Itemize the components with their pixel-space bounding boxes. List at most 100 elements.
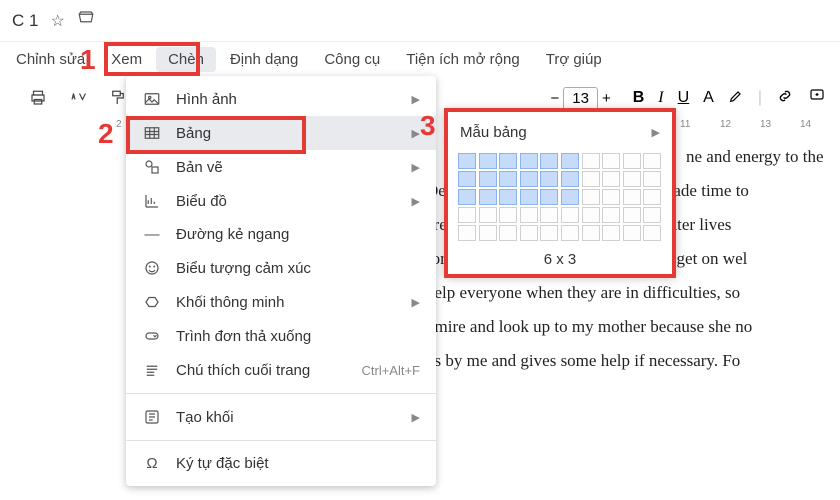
menu-item-dropdown[interactable]: Trình đơn thả xuống xyxy=(126,319,436,353)
grid-cell[interactable] xyxy=(623,207,641,223)
tab-bar: C 1 ☆ xyxy=(0,0,840,42)
document-line: help everyone when they are in difficult… xyxy=(426,276,840,310)
italic-button[interactable]: I xyxy=(658,89,663,107)
grid-cell[interactable] xyxy=(479,225,497,241)
grid-cell[interactable] xyxy=(520,225,538,241)
dropdown-icon xyxy=(142,327,162,345)
menu-item-emoji[interactable]: Biểu tượng cảm xúc xyxy=(126,251,436,285)
grid-cell[interactable] xyxy=(540,153,558,169)
drive-icon[interactable] xyxy=(77,9,95,32)
chevron-right-icon: ▶ xyxy=(412,411,420,424)
grid-cell[interactable] xyxy=(479,207,497,223)
grid-cell[interactable] xyxy=(520,171,538,187)
table-size-grid[interactable] xyxy=(458,153,662,241)
grid-cell[interactable] xyxy=(582,225,600,241)
grid-cell[interactable] xyxy=(602,171,620,187)
grid-cell[interactable] xyxy=(540,171,558,187)
grid-cell[interactable] xyxy=(623,225,641,241)
print-icon[interactable] xyxy=(24,84,52,112)
table-dimension-label: 6 x 3 xyxy=(458,251,662,268)
menu-tools[interactable]: Công cụ xyxy=(312,47,392,72)
grid-cell[interactable] xyxy=(499,189,517,205)
grid-cell[interactable] xyxy=(499,225,517,241)
menu-view[interactable]: Xem xyxy=(99,47,154,72)
text-color-button[interactable]: A xyxy=(703,89,714,107)
grid-cell[interactable] xyxy=(520,207,538,223)
grid-cell[interactable] xyxy=(602,153,620,169)
footnote-icon xyxy=(142,361,162,379)
menu-item-label: Khối thông minh xyxy=(176,294,284,311)
menu-insert[interactable]: Chèn xyxy=(156,47,216,72)
document-title[interactable]: C 1 xyxy=(12,11,38,31)
grid-cell[interactable] xyxy=(623,189,641,205)
grid-cell[interactable] xyxy=(458,171,476,187)
grid-cell[interactable] xyxy=(458,153,476,169)
grid-cell[interactable] xyxy=(479,171,497,187)
menu-bar: Chỉnh sửa Xem Chèn Định dạng Công cụ Tiệ… xyxy=(0,42,840,76)
menu-item-label: Biểu tượng cảm xúc xyxy=(176,260,311,277)
menu-item-footnote[interactable]: Chú thích cuối trang Ctrl+Alt+F xyxy=(126,353,436,387)
menu-help[interactable]: Trợ giúp xyxy=(534,47,614,72)
font-size-control: − 13 + xyxy=(551,87,611,110)
grid-cell[interactable] xyxy=(561,153,579,169)
spellcheck-icon[interactable] xyxy=(64,84,92,112)
menu-item-table[interactable]: Bảng ▶ xyxy=(126,116,436,150)
menu-item-smart-chips[interactable]: Khối thông minh ▶ xyxy=(126,285,436,319)
font-size-decrease[interactable]: − xyxy=(551,90,560,107)
grid-cell[interactable] xyxy=(643,189,661,205)
highlight-button[interactable] xyxy=(728,88,744,109)
grid-cell[interactable] xyxy=(458,189,476,205)
grid-cell[interactable] xyxy=(561,207,579,223)
menu-item-chart[interactable]: Biểu đồ ▶ xyxy=(126,184,436,218)
grid-cell[interactable] xyxy=(602,189,620,205)
document-line: dmire and look up to my mother because s… xyxy=(426,310,840,344)
grid-cell[interactable] xyxy=(582,171,600,187)
underline-button[interactable]: U xyxy=(678,89,690,107)
add-comment-button[interactable] xyxy=(808,87,826,110)
font-size-increase[interactable]: + xyxy=(602,90,611,107)
grid-cell[interactable] xyxy=(458,225,476,241)
menu-item-label: Chú thích cuối trang xyxy=(176,362,310,379)
grid-cell[interactable] xyxy=(623,153,641,169)
insert-link-button[interactable] xyxy=(776,87,794,110)
grid-cell[interactable] xyxy=(582,189,600,205)
grid-cell[interactable] xyxy=(643,207,661,223)
grid-cell[interactable] xyxy=(479,189,497,205)
grid-cell[interactable] xyxy=(499,153,517,169)
grid-cell[interactable] xyxy=(458,207,476,223)
grid-cell[interactable] xyxy=(540,225,558,241)
menu-item-building-blocks[interactable]: Tạo khối ▶ xyxy=(126,400,436,434)
separator xyxy=(126,393,436,394)
grid-cell[interactable] xyxy=(602,225,620,241)
menu-item-horizontal-rule[interactable]: — Đường kẻ ngang xyxy=(126,218,436,251)
grid-cell[interactable] xyxy=(479,153,497,169)
menu-item-drawing[interactable]: Bản vẽ ▶ xyxy=(126,150,436,184)
grid-cell[interactable] xyxy=(582,207,600,223)
grid-cell[interactable] xyxy=(643,225,661,241)
separator xyxy=(126,440,436,441)
table-templates-label[interactable]: Mẫu bảng xyxy=(460,124,527,141)
grid-cell[interactable] xyxy=(540,189,558,205)
grid-cell[interactable] xyxy=(643,171,661,187)
grid-cell[interactable] xyxy=(561,225,579,241)
menu-item-special-chars[interactable]: Ω Ký tự đặc biệt xyxy=(126,447,436,480)
menu-extensions[interactable]: Tiện ích mở rộng xyxy=(394,47,532,72)
grid-cell[interactable] xyxy=(561,171,579,187)
grid-cell[interactable] xyxy=(499,171,517,187)
menu-item-image[interactable]: Hình ảnh ▶ xyxy=(126,82,436,116)
grid-cell[interactable] xyxy=(602,207,620,223)
grid-cell[interactable] xyxy=(643,153,661,169)
menu-format[interactable]: Định dạng xyxy=(218,47,310,72)
grid-cell[interactable] xyxy=(520,153,538,169)
bold-button[interactable]: B xyxy=(633,89,645,107)
grid-cell[interactable] xyxy=(540,207,558,223)
grid-cell[interactable] xyxy=(582,153,600,169)
grid-cell[interactable] xyxy=(623,171,641,187)
font-size-value[interactable]: 13 xyxy=(563,87,598,110)
menu-item-label: Bản vẽ xyxy=(176,159,223,176)
grid-cell[interactable] xyxy=(561,189,579,205)
grid-cell[interactable] xyxy=(520,189,538,205)
menu-item-label: Trình đơn thả xuống xyxy=(176,328,311,345)
star-icon[interactable]: ☆ xyxy=(50,11,64,31)
grid-cell[interactable] xyxy=(499,207,517,223)
